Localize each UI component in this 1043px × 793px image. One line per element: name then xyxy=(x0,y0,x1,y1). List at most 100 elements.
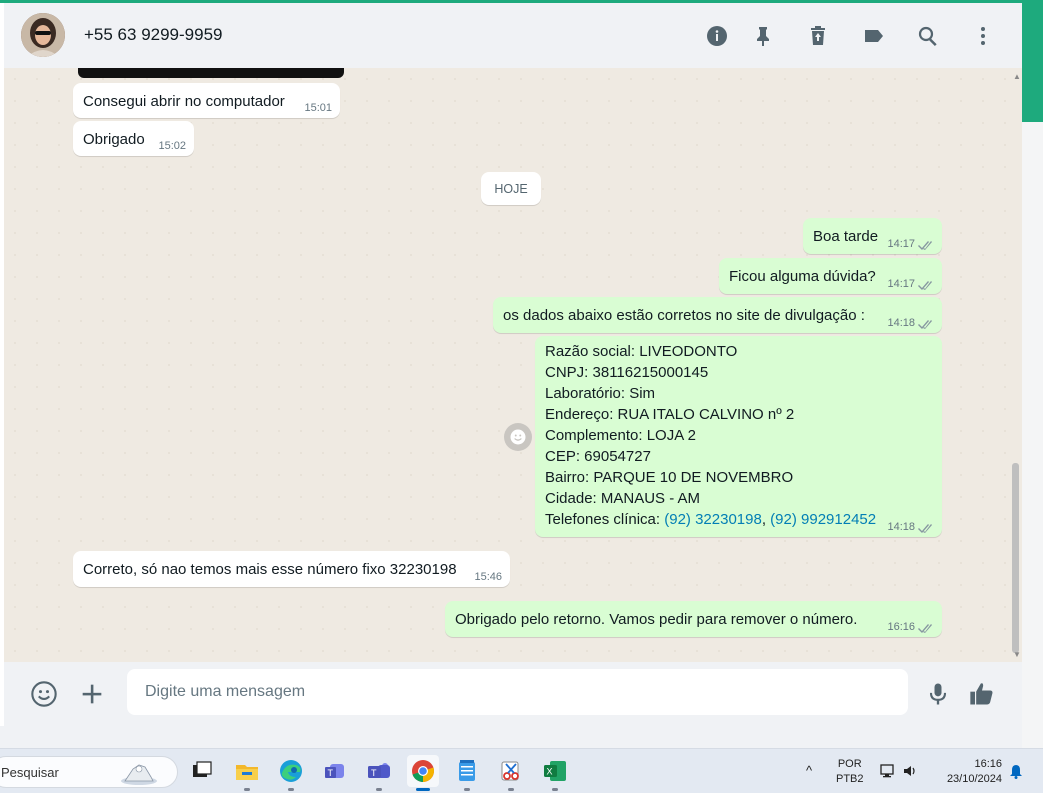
message-text: os dados abaixo estão corretos no site d… xyxy=(503,307,865,324)
running-indicator xyxy=(416,788,430,791)
keyboard-layout: PTB2 xyxy=(836,773,864,785)
scroll-up-arrow[interactable]: ▲ xyxy=(1013,72,1021,81)
running-indicator xyxy=(244,788,250,791)
contact-name[interactable]: +55 63 9299-9959 xyxy=(84,25,223,45)
background-window-edge xyxy=(1022,0,1043,122)
scrollbar-thumb[interactable] xyxy=(1012,463,1019,653)
clock-time: 16:16 xyxy=(974,758,1002,770)
volume-icon[interactable] xyxy=(902,763,918,779)
taskbar-teams[interactable]: T xyxy=(363,755,395,791)
taskbar-notepad[interactable] xyxy=(451,755,483,791)
running-indicator xyxy=(508,788,514,791)
attach-plus-icon[interactable] xyxy=(76,678,108,710)
taskbar-file-explorer[interactable] xyxy=(231,755,263,791)
taskbar-search-box[interactable]: Pesquisar xyxy=(0,756,178,788)
message-bubble-in[interactable]: Consegui abrir no computador 15:01 xyxy=(73,83,340,118)
scroll-down-arrow[interactable]: ▼ xyxy=(1013,650,1021,659)
message-text: Correto, só nao temos mais esse número f… xyxy=(83,561,457,578)
message-bubble-out[interactable]: Ficou alguma dúvida? 14:17 xyxy=(719,258,942,294)
taskbar-excel[interactable]: X xyxy=(539,755,571,791)
taskbar-edge[interactable] xyxy=(275,755,307,791)
running-indicator xyxy=(376,788,382,791)
message-time: 16:16 xyxy=(887,621,915,633)
message-bubble-out[interactable]: Boa tarde 14:17 xyxy=(803,218,942,254)
delete-icon[interactable] xyxy=(805,23,831,49)
input-language[interactable]: POR PTB2 xyxy=(836,757,864,787)
message-time: 14:18 xyxy=(887,521,915,533)
message-line: Laboratório: Sim xyxy=(545,385,656,402)
running-indicator xyxy=(288,788,294,791)
message-text: Obrigado xyxy=(83,131,145,148)
info-icon[interactable] xyxy=(704,23,730,49)
read-ticks-icon xyxy=(918,522,934,533)
menu-dots-icon[interactable] xyxy=(970,23,996,49)
svg-text:T: T xyxy=(371,768,377,778)
image-message-partial[interactable] xyxy=(78,68,344,78)
message-line: CEP: 69054727 xyxy=(545,448,651,465)
message-line: CNPJ: 38116215000145 xyxy=(545,364,709,381)
message-time: 14:18 xyxy=(887,317,915,329)
message-status: 14:18 xyxy=(887,521,934,533)
message-text: Ficou alguma dúvida? xyxy=(729,268,876,285)
message-status: 14:17 xyxy=(887,278,934,290)
taskbar-search-label: Pesquisar xyxy=(1,765,59,780)
taskbar-teams-work[interactable]: T xyxy=(319,755,351,787)
message-list[interactable]: Consegui abrir no computador 15:01 Obrig… xyxy=(4,68,1022,662)
message-bubble-out[interactable]: os dados abaixo estão corretos no site d… xyxy=(493,297,942,333)
running-indicator xyxy=(552,788,558,791)
message-line-phones: Telefones clínica: (92) 32230198, (92) 9… xyxy=(545,509,932,530)
compose-bar xyxy=(4,662,1022,726)
taskbar-clock[interactable]: 16:16 23/10/2024 xyxy=(938,757,1002,787)
message-bubble-in[interactable]: Obrigado 15:02 xyxy=(73,121,194,156)
phone-link-1[interactable]: (92) 32230198 xyxy=(664,511,762,528)
message-time: 14:17 xyxy=(887,238,915,250)
label-icon[interactable] xyxy=(861,23,887,49)
windows-taskbar: Pesquisar T T X ^ POR PTB2 16:16 23/10/2… xyxy=(0,748,1043,793)
thumbs-up-icon[interactable] xyxy=(966,678,998,710)
taskbar-chrome[interactable] xyxy=(407,755,439,791)
message-time: 15:01 xyxy=(304,102,332,114)
message-status: 16:16 xyxy=(887,621,934,633)
message-bubble-out[interactable]: Razão social: LIVEODONTO CNPJ: 381162150… xyxy=(535,336,942,537)
message-input[interactable] xyxy=(127,669,908,715)
read-ticks-icon xyxy=(918,622,934,633)
taskbar-task-view[interactable] xyxy=(186,755,218,787)
system-tray[interactable] xyxy=(880,763,918,779)
contact-avatar[interactable] xyxy=(21,13,65,57)
message-text: Obrigado pelo retorno. Vamos pedir para … xyxy=(455,611,858,628)
clock-date: 23/10/2024 xyxy=(946,773,1002,785)
taskbar-snipping-tool[interactable] xyxy=(495,755,527,791)
microphone-icon[interactable] xyxy=(922,678,954,710)
message-line: Bairro: PARQUE 10 DE NOVEMBRO xyxy=(545,469,794,486)
search-icon[interactable] xyxy=(915,23,941,49)
read-ticks-icon xyxy=(918,318,934,329)
tray-overflow-chevron[interactable]: ^ xyxy=(806,763,812,778)
read-ticks-icon xyxy=(918,239,934,250)
message-time: 15:46 xyxy=(474,571,502,583)
chat-header[interactable]: +55 63 9299-9959 xyxy=(4,3,1022,68)
date-separator: HOJE xyxy=(481,172,541,205)
message-line: Cidade: MANAUS - AM xyxy=(545,490,701,507)
message-line: Complemento: LOJA 2 xyxy=(545,427,696,444)
message-bubble-in[interactable]: Correto, só nao temos mais esse número f… xyxy=(73,551,510,587)
notification-bell-icon[interactable] xyxy=(1008,763,1024,784)
phones-label: Telefones clínica: xyxy=(545,511,665,528)
message-time: 15:02 xyxy=(158,140,186,152)
message-status: 14:17 xyxy=(887,238,934,250)
message-line: Endereço: RUA ITALO CALVINO nº 2 xyxy=(545,406,795,423)
svg-text:X: X xyxy=(547,767,553,777)
whatsapp-window: +55 63 9299-9959 Consegui abrir no compu… xyxy=(0,3,1022,726)
message-status: 14:18 xyxy=(887,317,934,329)
phone-link-2[interactable]: (92) 992912452 xyxy=(770,511,876,528)
phone-separator: , xyxy=(761,511,771,528)
language-code: POR xyxy=(837,758,862,770)
react-emoji-button[interactable] xyxy=(504,423,532,451)
message-time: 14:17 xyxy=(887,278,915,290)
network-monitor-icon[interactable] xyxy=(880,763,896,779)
message-bubble-out[interactable]: Obrigado pelo retorno. Vamos pedir para … xyxy=(445,601,942,637)
message-line: Razão social: LIVEODONTO xyxy=(545,343,738,360)
emoji-icon[interactable] xyxy=(28,678,60,710)
pin-icon[interactable] xyxy=(750,23,776,49)
running-indicator xyxy=(464,788,470,791)
search-highlight-image xyxy=(121,764,157,785)
